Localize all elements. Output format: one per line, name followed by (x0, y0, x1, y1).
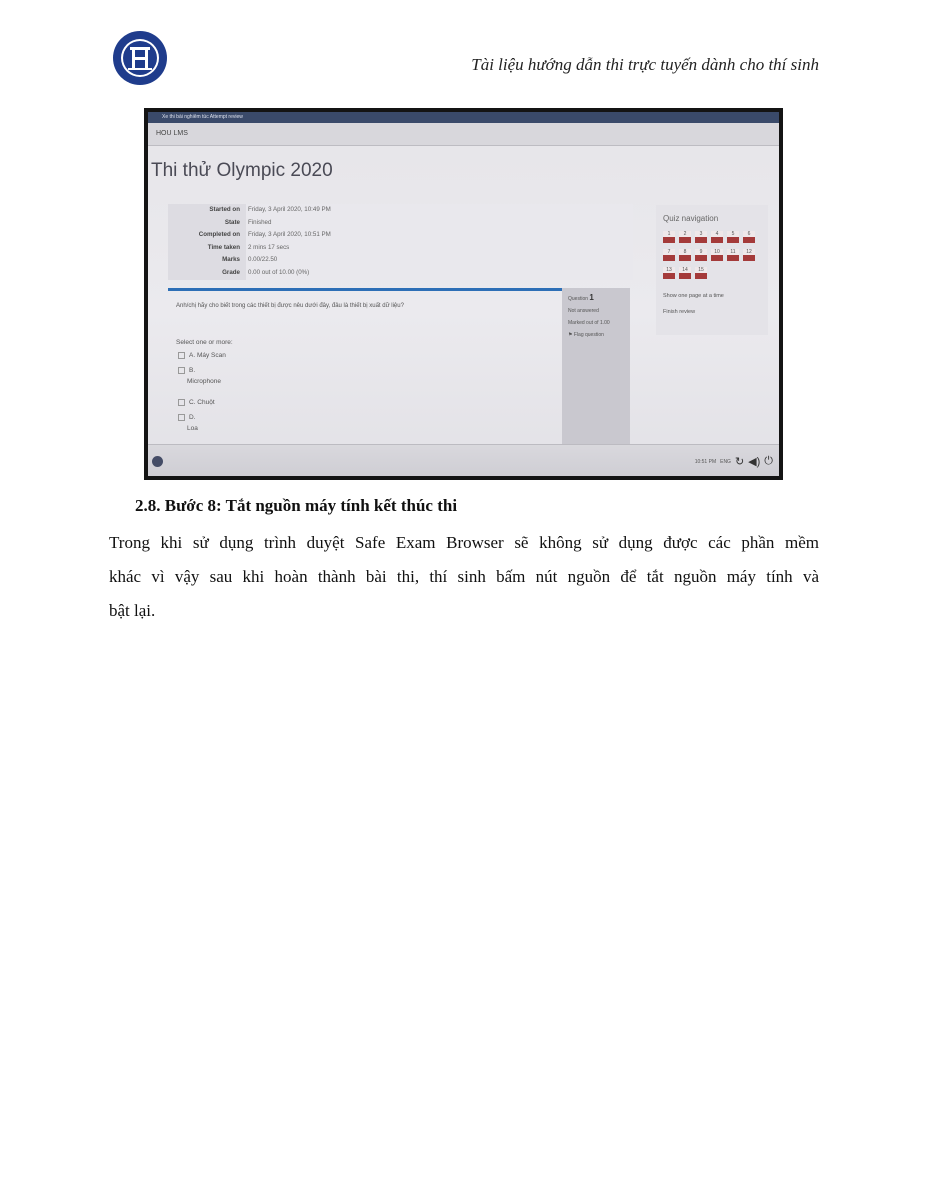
summary-value: 2 mins 17 secs (246, 241, 633, 255)
body-line: Trong khi sử dụng trình duyệt Safe Exam … (109, 533, 819, 552)
show-one-page-link[interactable]: Show one page at a time (663, 293, 724, 299)
flag-question-link[interactable]: ⚑ Flag question (568, 329, 630, 341)
question-text: Anh/chị hãy cho biết trong các thiết bị … (176, 303, 404, 309)
summary-value: Finished (246, 216, 633, 230)
document-header-title: Tài liệu hướng dẫn thi trực tuyến dành c… (471, 55, 819, 74)
clock: 10:51 PM (694, 458, 717, 465)
question-number: 1 (589, 293, 594, 302)
summary-row: Grade 0.00 out of 10.00 (0%) (168, 266, 633, 280)
checkbox[interactable] (178, 398, 185, 406)
summary-value: Friday, 3 April 2020, 10:49 PM (246, 204, 633, 217)
quiz-nav-button[interactable]: 12 (743, 249, 755, 261)
body-paragraph: Trong khi sử dụng trình duyệt Safe Exam … (109, 526, 819, 628)
question-status: Not answered (568, 308, 599, 314)
summary-label: Marks (168, 254, 246, 267)
start-icon[interactable] (152, 456, 163, 467)
option-b[interactable]: B. (178, 366, 195, 376)
quiz-nav-number: 4 (711, 231, 723, 237)
checkbox[interactable] (178, 351, 185, 359)
option-d-text: Loa (187, 425, 198, 432)
option-b-text: Microphone (187, 378, 221, 385)
summary-row: Marks 0.00/22.50 (168, 254, 633, 267)
quiz-nav-button[interactable]: 1 (663, 231, 675, 243)
quiz-nav-button[interactable]: 15 (695, 267, 707, 279)
quiz-nav-button[interactable]: 4 (711, 231, 723, 243)
option-d[interactable]: D. (178, 413, 196, 423)
quiz-nav-button[interactable]: 14 (679, 267, 691, 279)
quiz-nav-button[interactable]: 10 (711, 249, 723, 261)
exam-screen: Xe thi bài nghiêm túc Attempt review HOU… (148, 112, 779, 476)
quiz-nav-number: 5 (727, 231, 739, 237)
section-heading: 2.8. Bước 8: Tắt nguồn máy tính kết thúc… (135, 496, 458, 515)
question-marked: Marked out of 1.00 (568, 320, 610, 326)
quiz-nav-button[interactable]: 8 (679, 249, 691, 261)
quiz-navigation-title: Quiz navigation (663, 214, 719, 223)
summary-row: State Finished (168, 216, 633, 230)
option-label: C. Chuột (189, 399, 215, 406)
quiz-nav-number: 2 (679, 231, 691, 237)
summary-label: State (168, 216, 246, 230)
flag-icon: ⚑ (568, 332, 573, 338)
select-label: Select one or more: (176, 339, 233, 346)
lms-brand[interactable]: HOU LMS (156, 130, 188, 137)
quiz-nav-number: 7 (663, 249, 675, 255)
summary-row: Time taken 2 mins 17 secs (168, 241, 633, 255)
question-label: Question (568, 296, 589, 302)
attempt-summary-table: Started on Friday, 3 April 2020, 10:49 PM… (168, 204, 633, 280)
volume-icon[interactable]: ◀) (748, 455, 760, 468)
taskbar: 10:51 PM ENG ↻ ◀) ⏻ (148, 445, 779, 476)
checkbox[interactable] (178, 413, 185, 421)
finish-review-link[interactable]: Finish review (663, 309, 695, 315)
summary-label: Time taken (168, 241, 246, 255)
option-label: B. (189, 367, 196, 374)
quiz-nav-button[interactable]: 13 (663, 267, 675, 279)
quiz-nav-button[interactable]: 11 (727, 249, 739, 261)
system-tray: 10:51 PM ENG ↻ ◀) ⏻ (695, 455, 773, 468)
quiz-nav-button[interactable]: 2 (679, 231, 691, 243)
summary-value: 0.00/22.50 (246, 254, 633, 267)
reload-icon[interactable]: ↻ (735, 455, 744, 468)
power-icon[interactable]: ⏻ (764, 455, 773, 468)
summary-value: 0.00 out of 10.00 (0%) (246, 266, 633, 280)
summary-label: Grade (168, 266, 246, 280)
quiz-nav-number: 12 (743, 249, 755, 255)
quiz-nav-number: 8 (679, 249, 691, 255)
window-titlebar: Xe thi bài nghiêm túc Attempt review (148, 112, 779, 123)
quiz-nav-number: 1 (663, 231, 675, 237)
summary-row: Started on Friday, 3 April 2020, 10:49 PM (168, 204, 633, 217)
quiz-nav-button[interactable]: 5 (727, 231, 739, 243)
quiz-nav-number: 13 (663, 267, 675, 273)
question-info-panel: Question 1 Not answered Marked out of 1.… (562, 288, 630, 454)
option-a[interactable]: A. Máy Scan (178, 351, 226, 361)
summary-row: Completed on Friday, 3 April 2020, 10:51 … (168, 229, 633, 242)
quiz-nav-button[interactable]: 3 (695, 231, 707, 243)
quiz-nav-number: 15 (695, 267, 707, 273)
language-indicator[interactable]: ENG (720, 459, 731, 465)
summary-label: Started on (168, 204, 246, 217)
option-label: A. Máy Scan (189, 352, 226, 359)
quiz-nav-number: 11 (727, 249, 739, 255)
quiz-nav-number: 9 (695, 249, 707, 255)
lms-navbar: HOU LMS (148, 123, 779, 146)
option-c[interactable]: C. Chuột (178, 398, 215, 408)
quiz-nav-button[interactable]: 6 (743, 231, 755, 243)
quiz-nav-button[interactable]: 9 (695, 249, 707, 261)
checkbox[interactable] (178, 366, 185, 374)
question-progress-bar (168, 288, 563, 291)
summary-label: Completed on (168, 229, 246, 242)
flag-question-label: Flag question (573, 332, 604, 338)
exam-screenshot-photo: Xe thi bài nghiêm túc Attempt review HOU… (144, 108, 783, 480)
quiz-nav-number: 3 (695, 231, 707, 237)
quiz-nav-number: 6 (743, 231, 755, 237)
quiz-navigation-panel: Quiz navigation 1 2 3 4 5 6 7 8 9 10 11 … (656, 205, 768, 335)
body-line: bật lại. (109, 601, 156, 620)
page-title: Thi thử Olympic 2020 (151, 160, 333, 181)
quiz-nav-number: 10 (711, 249, 723, 255)
body-line: khác vì vậy sau khi hoàn thành bài thi, … (109, 567, 819, 586)
summary-value: Friday, 3 April 2020, 10:51 PM (246, 229, 633, 242)
option-label: D. (189, 414, 196, 421)
quiz-nav-number: 14 (679, 267, 691, 273)
quiz-nav-button[interactable]: 7 (663, 249, 675, 261)
university-logo (113, 31, 167, 85)
